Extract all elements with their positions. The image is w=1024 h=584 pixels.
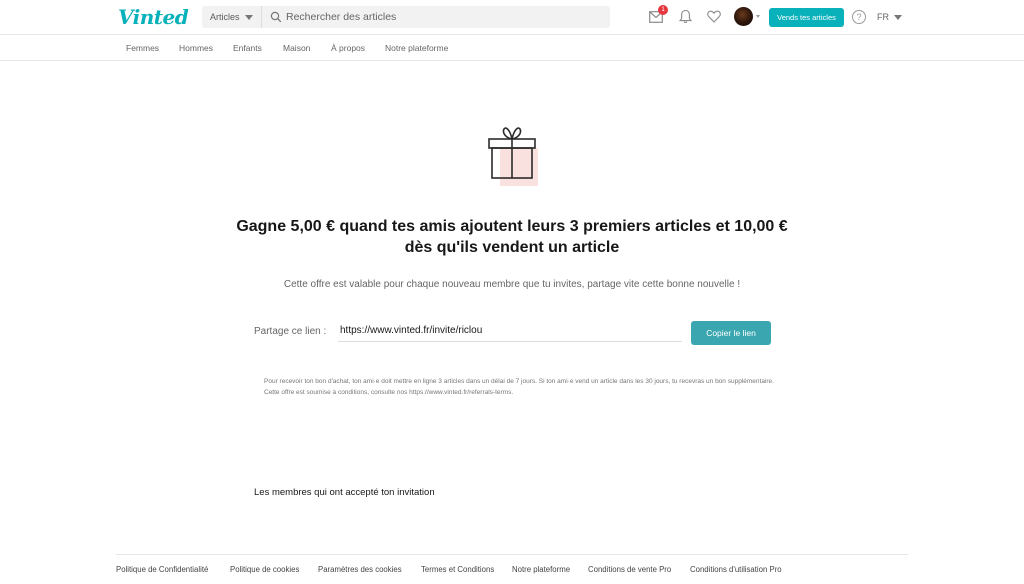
search-bar: Articles Rechercher des articles <box>202 6 610 28</box>
footer-link-terms[interactable]: Termes et Conditions <box>421 565 494 574</box>
footer-link-pro-usage-terms[interactable]: Conditions d'utilisation Pro <box>690 565 782 574</box>
heart-icon[interactable] <box>707 10 721 23</box>
nav-item-a-propos[interactable]: À propos <box>331 43 365 53</box>
category-select-label: Articles <box>210 12 240 22</box>
search-input[interactable]: Rechercher des articles <box>286 11 396 23</box>
avatar[interactable] <box>734 7 753 26</box>
category-nav: Femmes Hommes Enfants Maison À propos No… <box>0 35 1024 61</box>
category-select[interactable]: Articles <box>202 6 262 28</box>
inbox-badge: 1 <box>658 5 668 15</box>
chevron-down-icon <box>894 14 902 20</box>
sell-items-button[interactable]: Vends tes articles <box>769 8 844 27</box>
share-link-label: Partage ce lien : <box>254 326 327 337</box>
copy-link-button[interactable]: Copier le lien <box>691 321 771 345</box>
search-icon <box>270 11 282 23</box>
footer-link-cookie-settings[interactable]: Paramètres des cookies <box>318 565 402 574</box>
help-icon[interactable]: ? <box>852 10 866 24</box>
nav-item-femmes[interactable]: Femmes <box>126 43 159 53</box>
accepted-members-heading: Les membres qui ont accepté ton invitati… <box>254 487 435 498</box>
footer-link-cookie-policy[interactable]: Politique de cookies <box>230 565 299 574</box>
chevron-down-icon[interactable] <box>756 15 760 18</box>
language-select[interactable]: FR <box>877 12 902 22</box>
nav-item-enfants[interactable]: Enfants <box>233 43 262 53</box>
footer-link-platform[interactable]: Notre plateforme <box>512 565 570 574</box>
vinted-logo[interactable]: Vinted <box>118 5 189 29</box>
nav-item-hommes[interactable]: Hommes <box>179 43 213 53</box>
footer-divider <box>116 554 908 555</box>
footer-link-privacy[interactable]: Politique de Confidentialité <box>116 565 208 574</box>
chevron-down-icon <box>244 14 253 20</box>
language-label: FR <box>877 12 889 22</box>
page-subtitle: Cette offre est valable pour chaque nouv… <box>283 279 741 290</box>
bell-icon[interactable] <box>679 9 692 24</box>
top-header: Vinted Articles Rechercher des articles … <box>0 0 1024 35</box>
nav-item-maison[interactable]: Maison <box>283 43 310 53</box>
footer-link-pro-sales-terms[interactable]: Conditions de vente Pro <box>588 565 671 574</box>
share-link-field[interactable] <box>338 320 682 342</box>
gift-icon <box>488 127 538 186</box>
terms-fine-print: Pour recevoir ton bon d'achat, ton ami·e… <box>264 378 774 396</box>
nav-item-notre-plateforme[interactable]: Notre plateforme <box>385 43 448 53</box>
page-title: Gagne 5,00 € quand tes amis ajoutent leu… <box>236 218 788 256</box>
